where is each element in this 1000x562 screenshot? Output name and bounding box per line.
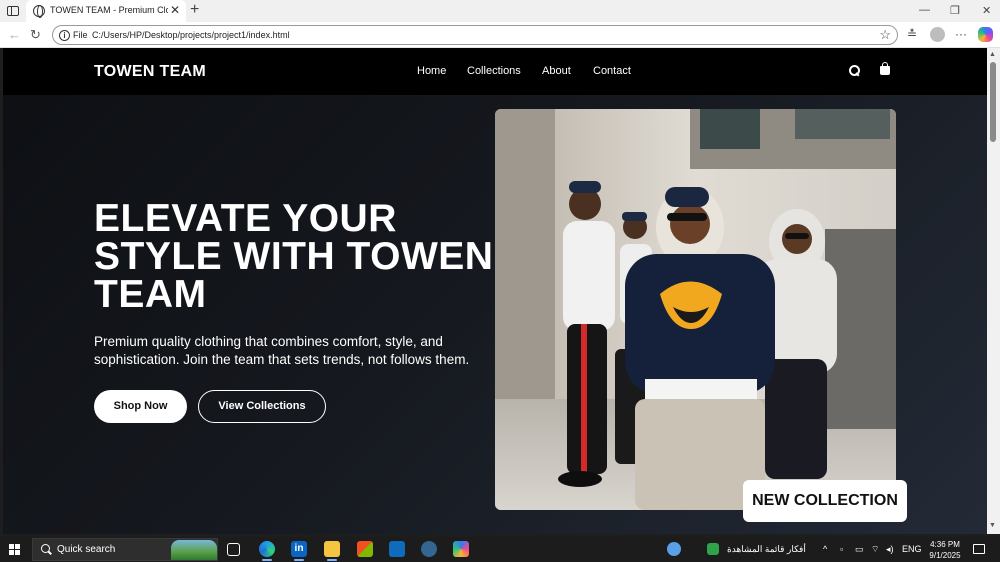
back-button[interactable]: ← — [8, 27, 21, 42]
search-icon[interactable] — [849, 65, 860, 76]
nav-about[interactable]: About — [542, 65, 571, 77]
site-header: TOWEN TEAM Home Collections About Contac… — [3, 48, 987, 95]
sidebar-toggle-icon[interactable] — [6, 4, 20, 18]
hero-subtitle: Premium quality clothing that combines c… — [94, 334, 470, 367]
hero-title: ELEVATE YOUR STYLE WITH TOWEN TEAM — [94, 197, 494, 316]
linkedin-active-indicator — [294, 559, 304, 561]
outlook-icon[interactable] — [389, 541, 405, 557]
taskbar-clock[interactable]: 4:36 PM 9/1/2025 — [925, 539, 965, 561]
clock-date: 9/1/2025 — [929, 551, 961, 560]
linkedin-icon[interactable]: in — [291, 541, 307, 557]
notifications-icon[interactable] — [973, 544, 985, 554]
scheme-label: File — [73, 30, 88, 40]
clock-time: 4:36 PM — [930, 540, 960, 549]
file-explorer-icon[interactable] — [324, 541, 340, 557]
new-tab-button[interactable]: + — [190, 1, 199, 19]
nav-contact[interactable]: Contact — [593, 65, 631, 77]
windows-taskbar: Quick search in أفكار قائمة المشاهدة ^ ▫… — [0, 537, 1000, 562]
weather-icon[interactable] — [667, 542, 681, 556]
browser-tab-bar: TOWEN TEAM - Premium Clothing ✕ + — ❐ ✕ — [0, 0, 1000, 22]
close-window-button[interactable]: ✕ — [982, 4, 991, 17]
restore-button[interactable]: ❐ — [950, 4, 960, 17]
globe-icon — [33, 5, 45, 18]
microsoft-store-icon[interactable] — [357, 541, 373, 557]
tab-title: TOWEN TEAM - Premium Clothing — [50, 5, 168, 15]
edge-active-indicator — [262, 559, 272, 561]
news-text[interactable]: أفكار قائمة المشاهدة — [727, 544, 806, 555]
taskbar-search[interactable]: Quick search — [32, 538, 218, 561]
wifi-icon[interactable]: ⌔ — [871, 544, 879, 555]
address-toolbar: ← ↻ i File C:/Users/HP/Desktop/projects/… — [0, 22, 1000, 48]
scroll-thumb[interactable] — [990, 62, 996, 142]
shopping-bag-icon[interactable] — [880, 62, 890, 75]
favorite-star-icon[interactable]: ☆ — [879, 27, 891, 43]
task-view-icon[interactable] — [227, 543, 240, 556]
nav-home[interactable]: Home — [417, 65, 446, 77]
copilot-icon[interactable] — [978, 27, 993, 42]
minimize-button[interactable]: — — [919, 4, 930, 16]
address-bar[interactable]: i File C:/Users/HP/Desktop/projects/proj… — [52, 25, 898, 45]
scroll-up-icon[interactable]: ▲ — [989, 51, 996, 58]
tray-chevron-icon[interactable]: ^ — [823, 544, 827, 554]
language-indicator[interactable]: ENG — [902, 544, 922, 554]
edge-icon[interactable] — [259, 541, 275, 557]
windows-start-icon[interactable] — [9, 544, 20, 555]
shop-now-button[interactable]: Shop Now — [94, 390, 187, 423]
copilot-icon[interactable] — [453, 541, 469, 557]
volume-icon[interactable]: ◂) — [886, 544, 894, 555]
view-collections-button[interactable]: View Collections — [198, 390, 326, 423]
page-scrollbar[interactable]: ▲ ▼ — [987, 48, 1000, 534]
nav-collections[interactable]: Collections — [467, 65, 521, 77]
tray-meet-icon[interactable]: ▫ — [840, 544, 843, 554]
tab-close-icon[interactable]: ✕ — [170, 3, 180, 17]
browser-tab[interactable]: TOWEN TEAM - Premium Clothing ✕ — [26, 0, 186, 22]
battery-icon[interactable]: ▭ — [855, 544, 864, 555]
search-icon — [41, 544, 50, 553]
streetwear-models-illustration — [495, 109, 896, 510]
pgadmin-icon[interactable] — [421, 541, 437, 557]
favorites-icon[interactable]: ≛ — [907, 27, 917, 41]
news-icon[interactable] — [707, 543, 719, 555]
scroll-down-icon[interactable]: ▼ — [989, 522, 996, 529]
brand-logo[interactable]: TOWEN TEAM — [94, 63, 206, 81]
taskbar-search-text: Quick search — [57, 544, 116, 555]
more-menu-icon[interactable]: ··· — [955, 27, 967, 41]
profile-avatar[interactable] — [930, 27, 945, 42]
explorer-active-indicator — [327, 559, 337, 561]
search-highlight-image — [171, 540, 217, 560]
new-collection-badge: NEW COLLECTION — [743, 480, 907, 522]
url-text[interactable]: C:/Users/HP/Desktop/projects/project1/in… — [92, 30, 290, 40]
page-viewport: TOWEN TEAM Home Collections About Contac… — [3, 48, 987, 534]
info-icon[interactable]: i — [59, 30, 70, 41]
hero-image — [495, 109, 896, 510]
reload-button[interactable]: ↻ — [30, 27, 41, 43]
